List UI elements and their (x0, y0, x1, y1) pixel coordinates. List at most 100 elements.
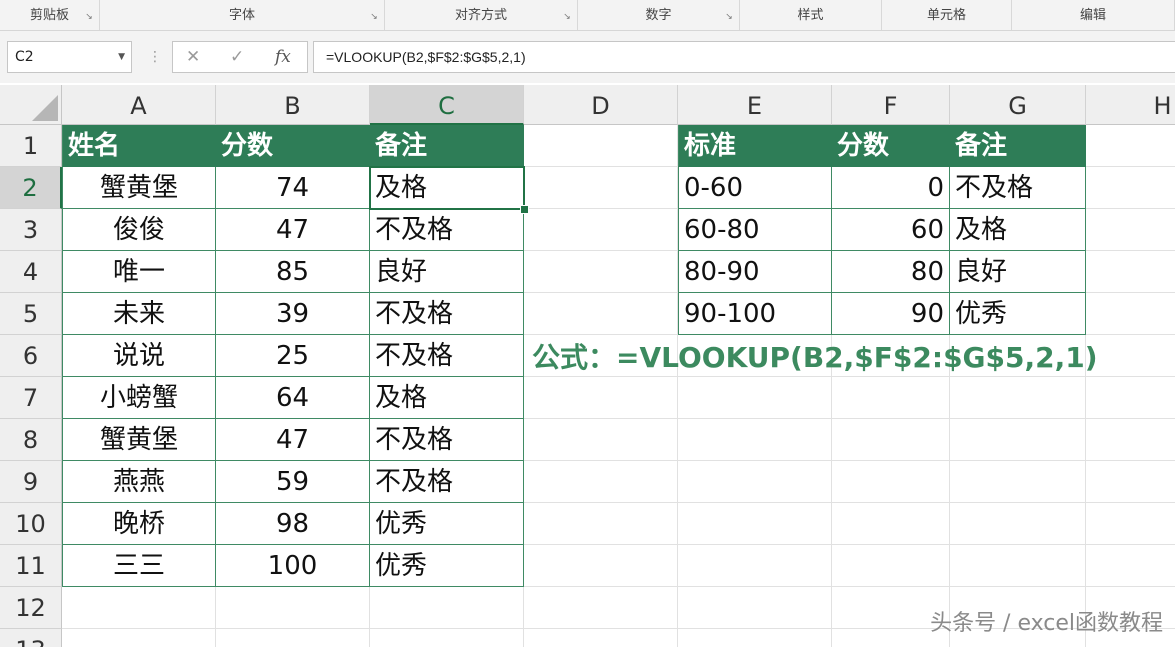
table-cell[interactable]: 及格 (370, 377, 524, 419)
lookup-cell[interactable]: 0 (832, 167, 950, 209)
row-header-10[interactable]: 10 (0, 503, 62, 545)
cell-empty[interactable] (1086, 419, 1175, 461)
cell-empty[interactable] (1086, 503, 1175, 545)
insert-function-icon[interactable]: fx (275, 42, 291, 72)
table-cell[interactable]: 不及格 (370, 419, 524, 461)
lookup-header-cell[interactable]: 分数 (832, 125, 950, 167)
header-cell[interactable]: 分数 (216, 125, 370, 167)
table-cell[interactable]: 不及格 (370, 293, 524, 335)
row-header-5[interactable]: 5 (0, 293, 62, 335)
cell-empty[interactable] (1086, 377, 1175, 419)
cell-empty[interactable] (678, 461, 832, 503)
table-cell[interactable]: 不及格 (370, 461, 524, 503)
table-cell[interactable]: 优秀 (370, 503, 524, 545)
fill-handle[interactable] (520, 205, 529, 214)
table-cell[interactable]: 25 (216, 335, 370, 377)
cell-empty[interactable] (1086, 335, 1175, 377)
lookup-cell[interactable]: 优秀 (950, 293, 1086, 335)
name-box[interactable]: C2 ▼ (7, 41, 132, 73)
table-cell[interactable]: 燕燕 (62, 461, 216, 503)
row-header-7[interactable]: 7 (0, 377, 62, 419)
cell-empty[interactable] (950, 419, 1086, 461)
cell-empty[interactable] (832, 377, 950, 419)
select-all-button[interactable] (0, 85, 62, 125)
lookup-cell[interactable]: 90-100 (678, 293, 832, 335)
table-cell[interactable]: 优秀 (370, 545, 524, 587)
row-header-13[interactable]: 13 (0, 629, 62, 647)
lookup-cell[interactable]: 60-80 (678, 209, 832, 251)
formula-input[interactable]: =VLOOKUP(B2,$F$2:$G$5,2,1) (313, 41, 1175, 73)
drag-handle-icon[interactable]: ⋮ (148, 45, 162, 69)
cell-empty[interactable] (1086, 251, 1175, 293)
cell-empty[interactable] (678, 419, 832, 461)
cell-empty[interactable] (524, 419, 678, 461)
dialog-launcher-icon[interactable]: ↘ (725, 13, 733, 22)
cell-empty[interactable] (832, 419, 950, 461)
cell-empty[interactable] (524, 167, 678, 209)
table-cell[interactable]: 俊俊 (62, 209, 216, 251)
row-header-12[interactable]: 12 (0, 587, 62, 629)
table-cell[interactable]: 39 (216, 293, 370, 335)
cell-empty[interactable] (950, 377, 1086, 419)
lookup-header-cell[interactable]: 备注 (950, 125, 1086, 167)
lookup-header-cell[interactable]: 标准 (678, 125, 832, 167)
lookup-cell[interactable]: 80 (832, 251, 950, 293)
table-cell[interactable]: 晚桥 (62, 503, 216, 545)
cell-empty[interactable] (524, 209, 678, 251)
cell-empty[interactable] (62, 629, 216, 647)
cell-empty[interactable] (678, 545, 832, 587)
table-cell[interactable]: 三三 (62, 545, 216, 587)
lookup-cell[interactable]: 及格 (950, 209, 1086, 251)
table-cell[interactable]: 85 (216, 251, 370, 293)
cell-empty[interactable] (1086, 209, 1175, 251)
cell-empty[interactable] (950, 545, 1086, 587)
cell-empty[interactable] (524, 251, 678, 293)
table-cell[interactable]: 不及格 (370, 335, 524, 377)
table-cell[interactable]: 47 (216, 209, 370, 251)
cell-empty[interactable] (678, 377, 832, 419)
header-cell[interactable]: 备注 (370, 125, 524, 167)
table-cell[interactable]: 及格 (370, 167, 524, 209)
cell-empty[interactable] (1086, 461, 1175, 503)
row-header-8[interactable]: 8 (0, 419, 62, 461)
cell-empty[interactable] (524, 125, 678, 167)
lookup-cell[interactable]: 90 (832, 293, 950, 335)
cell-empty[interactable] (370, 629, 524, 647)
chevron-down-icon[interactable]: ▼ (118, 42, 125, 72)
column-header-f[interactable]: F (832, 85, 950, 125)
row-header-1[interactable]: 1 (0, 125, 62, 167)
row-header-9[interactable]: 9 (0, 461, 62, 503)
table-cell[interactable]: 蟹黄堡 (62, 167, 216, 209)
dialog-launcher-icon[interactable]: ↘ (370, 13, 378, 22)
table-cell[interactable]: 64 (216, 377, 370, 419)
table-cell[interactable]: 100 (216, 545, 370, 587)
cell-empty[interactable] (62, 587, 216, 629)
cell-empty[interactable] (370, 587, 524, 629)
table-cell[interactable]: 小螃蟹 (62, 377, 216, 419)
cell-empty[interactable] (678, 629, 832, 647)
cell-empty[interactable] (1086, 167, 1175, 209)
cell-empty[interactable] (950, 461, 1086, 503)
table-cell[interactable]: 蟹黄堡 (62, 419, 216, 461)
column-header-g[interactable]: G (950, 85, 1086, 125)
cell-empty[interactable] (678, 503, 832, 545)
cell-empty[interactable] (524, 293, 678, 335)
row-header-11[interactable]: 11 (0, 545, 62, 587)
cancel-icon[interactable]: ✕ (186, 42, 200, 72)
cell-empty[interactable] (832, 545, 950, 587)
lookup-cell[interactable]: 0-60 (678, 167, 832, 209)
lookup-cell[interactable]: 不及格 (950, 167, 1086, 209)
row-header-4[interactable]: 4 (0, 251, 62, 293)
cell-empty[interactable] (678, 587, 832, 629)
row-header-2[interactable]: 2 (0, 167, 62, 209)
table-cell[interactable]: 不及格 (370, 209, 524, 251)
column-header-a[interactable]: A (62, 85, 216, 125)
cell-empty[interactable] (524, 587, 678, 629)
cell-empty[interactable] (524, 503, 678, 545)
lookup-cell[interactable]: 良好 (950, 251, 1086, 293)
header-cell[interactable]: 姓名 (62, 125, 216, 167)
cell-empty[interactable] (1086, 545, 1175, 587)
table-cell[interactable]: 未来 (62, 293, 216, 335)
lookup-cell[interactable]: 80-90 (678, 251, 832, 293)
cell-empty[interactable] (832, 461, 950, 503)
